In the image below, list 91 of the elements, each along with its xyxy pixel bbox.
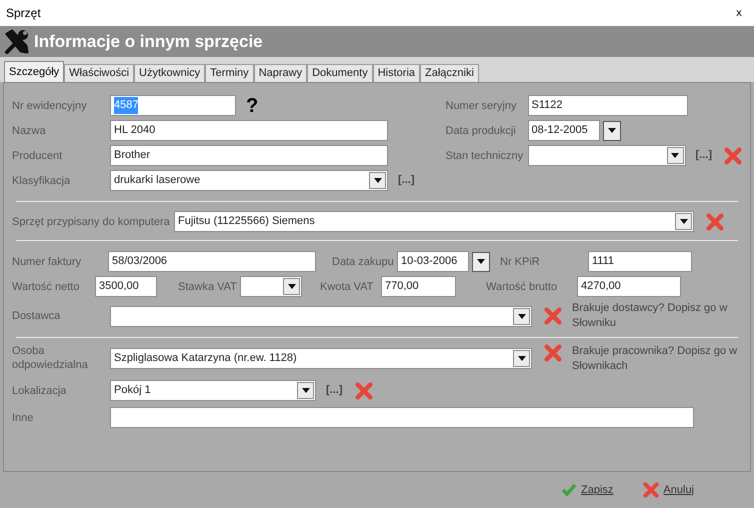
dropdown-button[interactable] (513, 308, 530, 324)
caret-icon (302, 388, 310, 393)
hint-text: Brakuje dostawcy? Dopisz go w Słowniku (572, 301, 728, 331)
field-value: 770,00 (385, 279, 419, 294)
field-value: HL 2040 (114, 123, 156, 138)
field-value: 3500,00 (99, 279, 139, 294)
dropdown-field[interactable]: Szpliglasowa Katarzyna (nr.ew. 1128) (110, 348, 532, 368)
close-button[interactable]: x (728, 4, 750, 22)
field-label: Nr KPiR (500, 254, 541, 268)
window-title: Sprzęt (6, 5, 41, 22)
input-field[interactable]: 3500,00 (95, 276, 157, 297)
field-value: S1122 (532, 98, 562, 114)
field-label: Klasyfikacja (12, 174, 72, 188)
cancel-button[interactable]: Anuluj (643, 482, 694, 498)
field-value: 4587 (114, 97, 138, 114)
dropdown-field[interactable] (110, 306, 532, 326)
clear-icon[interactable] (724, 146, 742, 164)
field-label: Nr ewidencyjny (12, 98, 88, 112)
browse-link[interactable]: [...] (696, 147, 712, 164)
dropdown-field[interactable] (240, 276, 302, 297)
field-value: 58/03/2006 (112, 254, 168, 270)
clear-icon[interactable] (354, 382, 372, 400)
field-label: Dostawca (12, 309, 62, 323)
dropdown-button[interactable] (297, 382, 314, 399)
caret-icon (477, 259, 485, 264)
browse-link[interactable]: [...] (326, 382, 342, 399)
field-label: Sprzęt przypisany do komputera (12, 214, 171, 228)
tab[interactable]: Szczegóły (4, 61, 64, 82)
input-field[interactable]: Brother (110, 145, 388, 166)
dropdown-button[interactable] (675, 213, 692, 230)
dropdown-button[interactable] (513, 350, 530, 366)
tab[interactable]: Naprawy (254, 64, 308, 82)
input-field[interactable] (110, 407, 694, 428)
caret-icon (671, 153, 679, 158)
field-label: Numer seryjny (446, 98, 518, 112)
browse-link[interactable]: [...] (398, 172, 414, 189)
clear-icon[interactable] (706, 212, 724, 230)
tab[interactable]: Terminy (205, 64, 254, 82)
save-button[interactable]: Zapisz (561, 482, 614, 498)
field-value: Brother (114, 148, 150, 164)
field-label: Numer faktury (12, 254, 82, 268)
check-icon (561, 483, 578, 497)
date-field[interactable]: 10-03-2006 (397, 251, 469, 272)
field-label: Data produkcji (446, 124, 517, 138)
clear-icon[interactable] (643, 482, 660, 498)
dropdown-field[interactable]: Fujitsu (11225566) Siemens (174, 211, 694, 232)
caret-icon (374, 178, 382, 183)
input-field[interactable]: S1122 (528, 95, 688, 116)
input-field[interactable]: 770,00 (381, 276, 456, 297)
tab[interactable]: Historia (372, 64, 420, 82)
tab[interactable]: Właściwości (64, 64, 134, 82)
dropdown-field[interactable]: Pokój 1 (110, 380, 316, 401)
field-label: Wartość netto (12, 280, 80, 294)
caret-icon (680, 219, 688, 224)
dropdown-button[interactable] (666, 147, 684, 164)
field-label: Osoba odpowiedzialna (12, 344, 89, 372)
clear-icon[interactable] (544, 307, 562, 325)
help-mark[interactable]: ? (246, 96, 258, 116)
field-value: 1111 (592, 254, 614, 270)
field-label: Inne (12, 410, 34, 424)
caret-icon (518, 314, 526, 318)
clear-icon[interactable] (544, 344, 562, 362)
caret-icon (608, 128, 616, 133)
field-label: Stan techniczny (446, 148, 524, 162)
field-label: Data zakupu (332, 254, 395, 268)
input-field[interactable]: HL 2040 (110, 120, 388, 141)
header-title: Informacje o innym sprzęcie (34, 30, 263, 53)
field-label: Stawka VAT (178, 280, 238, 294)
dropdown-button[interactable] (283, 278, 300, 295)
field-label: Kwota VAT (320, 280, 374, 294)
caret-icon (288, 284, 296, 289)
date-field[interactable]: 08-12-2005 (528, 120, 600, 141)
tab[interactable]: Dokumenty (307, 64, 373, 82)
field-label: Wartość brutto (486, 280, 558, 294)
dropdown-button[interactable] (472, 252, 490, 272)
input-field[interactable]: 58/03/2006 (108, 251, 316, 272)
hint-text: Brakuje pracownika? Dopisz go w Słownikach (572, 344, 738, 374)
dropdown-button[interactable] (369, 172, 386, 189)
field-value: 4270,00 (581, 279, 621, 294)
caret-icon (518, 356, 526, 360)
tab[interactable]: Załączniki (420, 64, 479, 82)
dropdown-field[interactable]: drukarki laserowe (110, 170, 388, 191)
field-label: Nazwa (12, 124, 47, 138)
field-label: Producent (12, 148, 64, 162)
tab[interactable]: Użytkownicy (134, 64, 206, 82)
dropdown-field[interactable] (528, 145, 686, 166)
field-label: Lokalizacja (12, 384, 68, 398)
tools-icon (4, 28, 30, 54)
input-field[interactable]: 4270,00 (577, 276, 681, 297)
input-field[interactable]: 1111 (588, 251, 692, 272)
dropdown-button[interactable] (602, 120, 620, 140)
